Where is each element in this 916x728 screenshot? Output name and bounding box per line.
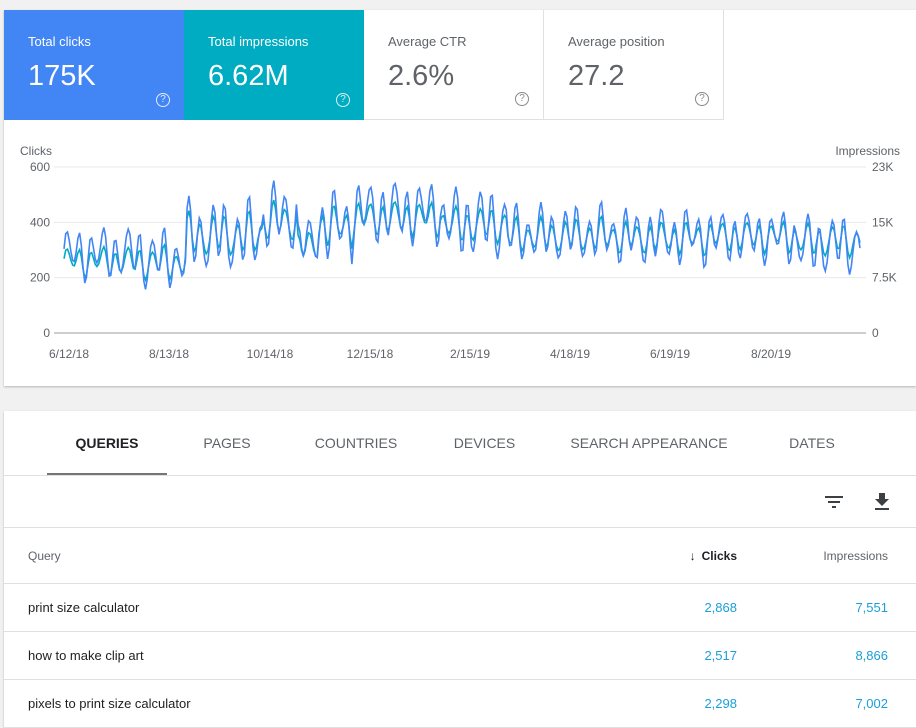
right-axis-ticks: 0 7.5K 15K 23K <box>872 160 897 340</box>
clicks-cell: 2,517 <box>704 648 737 663</box>
left-axis-ticks: 0 200 400 600 <box>30 160 50 340</box>
table-row[interactable]: how to make clip art 2,517 8,866 <box>4 632 916 680</box>
column-header-query[interactable]: Query <box>28 549 61 563</box>
dimension-tabs: QUERIES PAGES COUNTRIES DEVICES SEARCH A… <box>4 411 916 476</box>
performance-card: Total clicks 175K ? Total impressions 6.… <box>4 10 916 386</box>
x-tick-label: 2/15/19 <box>450 347 490 361</box>
x-tick-label: 6/12/18 <box>49 347 89 361</box>
sort-down-icon: ↓ <box>689 549 696 563</box>
table-row[interactable]: print size calculator 2,868 7,551 <box>4 584 916 632</box>
metric-tiles: Total clicks 175K ? Total impressions 6.… <box>4 10 724 120</box>
left-tick-label: 0 <box>43 326 50 340</box>
impressions-cell: 8,866 <box>855 648 888 663</box>
x-tick-label: 8/13/18 <box>149 347 189 361</box>
chart-svg[interactable]: Clicks Impressions 0 200 400 600 0 7.5K 15K 23… <box>4 140 916 380</box>
x-tick-label: 6/19/19 <box>650 347 690 361</box>
metric-value: 6.62M <box>208 60 289 92</box>
x-tick-label: 4/18/19 <box>550 347 590 361</box>
x-tick-label: 12/15/18 <box>347 347 394 361</box>
right-tick-label: 0 <box>872 326 879 340</box>
impressions-cell: 7,002 <box>855 696 888 711</box>
tab-countries[interactable]: COUNTRIES <box>304 411 408 475</box>
metric-label: Average position <box>568 34 665 49</box>
metric-value: 175K <box>28 60 96 92</box>
left-tick-label: 400 <box>30 215 50 229</box>
right-axis-label: Impressions <box>835 144 900 158</box>
filter-icon[interactable] <box>822 490 846 514</box>
table-toolbar <box>4 476 916 528</box>
right-tick-label: 7.5K <box>872 271 897 285</box>
tab-devices[interactable]: DEVICES <box>442 411 527 475</box>
right-tick-label: 23K <box>872 160 893 174</box>
column-header-clicks-label: Clicks <box>701 549 737 563</box>
column-header-impressions[interactable]: Impressions <box>823 549 888 563</box>
help-icon[interactable]: ? <box>336 93 350 107</box>
left-tick-label: 200 <box>30 271 50 285</box>
query-cell: print size calculator <box>28 600 140 615</box>
left-tick-label: 600 <box>30 160 50 174</box>
query-cell: how to make clip art <box>28 648 144 663</box>
series-line-impressions <box>63 199 861 283</box>
help-icon[interactable]: ? <box>156 93 170 107</box>
tab-dates[interactable]: DATES <box>776 411 848 475</box>
tab-search-appearance[interactable]: SEARCH APPEARANCE <box>564 411 734 475</box>
metric-label: Average CTR <box>388 34 467 49</box>
metric-total-clicks[interactable]: Total clicks 175K ? <box>4 10 184 120</box>
x-tick-label: 10/14/18 <box>247 347 294 361</box>
series-line-clicks <box>63 180 861 290</box>
clicks-cell: 2,298 <box>704 696 737 711</box>
metric-label: Total impressions <box>208 34 309 49</box>
right-tick-label: 15K <box>872 215 893 229</box>
query-cell: pixels to print size calculator <box>28 696 191 711</box>
column-header-clicks[interactable]: ↓ Clicks <box>690 549 737 563</box>
metric-label: Total clicks <box>28 34 91 49</box>
impressions-cell: 7,551 <box>855 600 888 615</box>
clicks-cell: 2,868 <box>704 600 737 615</box>
metric-value: 27.2 <box>568 60 625 92</box>
table-row[interactable]: pixels to print size calculator 2,298 7,… <box>4 680 916 728</box>
left-axis-label: Clicks <box>20 144 52 158</box>
metric-average-position[interactable]: Average position 27.2 ? <box>544 10 724 120</box>
help-icon[interactable]: ? <box>515 92 529 106</box>
x-axis-ticks: 6/12/18 8/13/18 10/14/18 12/15/18 2/15/19 4/1… <box>49 347 791 361</box>
metric-total-impressions[interactable]: Total impressions 6.62M ? <box>184 10 364 120</box>
performance-chart[interactable]: Clicks Impressions 0 200 400 600 0 7.5K 15K 23… <box>4 140 916 380</box>
details-card: QUERIES PAGES COUNTRIES DEVICES SEARCH A… <box>4 411 916 728</box>
tab-pages[interactable]: PAGES <box>187 411 267 475</box>
series-lines <box>63 180 861 290</box>
tab-queries[interactable]: QUERIES <box>47 411 167 475</box>
metric-value: 2.6% <box>388 60 455 92</box>
table-header: Query ↓ Clicks Impressions <box>4 528 916 584</box>
metric-average-ctr[interactable]: Average CTR 2.6% ? <box>364 10 544 120</box>
download-icon[interactable] <box>870 490 894 514</box>
x-tick-label: 8/20/19 <box>751 347 791 361</box>
help-icon[interactable]: ? <box>695 92 709 106</box>
